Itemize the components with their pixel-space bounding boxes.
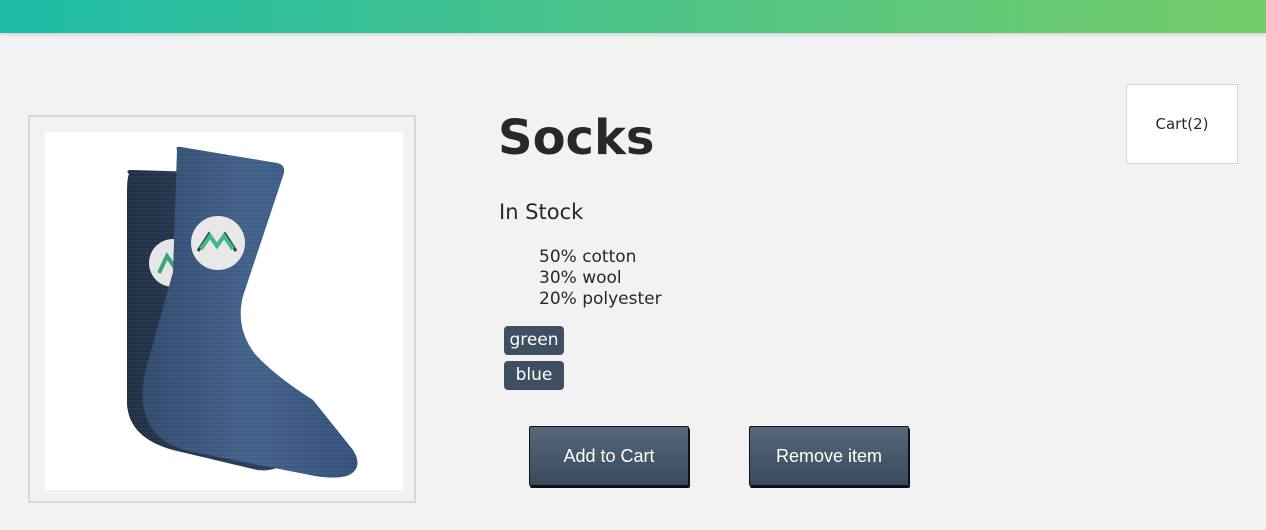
cart-label: Cart(2)	[1155, 115, 1209, 133]
cart-indicator: Cart(2)	[1126, 84, 1238, 164]
variant-green-button[interactable]: green	[504, 326, 564, 355]
product-title: Socks	[498, 110, 655, 166]
remove-item-button[interactable]: Remove item	[749, 426, 909, 486]
socks-image	[127, 146, 358, 478]
product-details-list: 50% cotton 30% wool 20% polyester	[539, 247, 662, 310]
product-image	[45, 132, 403, 490]
add-to-cart-button[interactable]: Add to Cart	[529, 426, 689, 486]
detail-item: 50% cotton	[539, 247, 637, 267]
product-image-frame	[28, 115, 416, 503]
stock-status: In Stock	[499, 200, 584, 224]
variant-blue-button[interactable]: blue	[504, 361, 564, 390]
detail-item: 30% wool	[539, 268, 622, 288]
nav-bar	[0, 0, 1266, 33]
detail-item: 20% polyester	[539, 289, 662, 309]
